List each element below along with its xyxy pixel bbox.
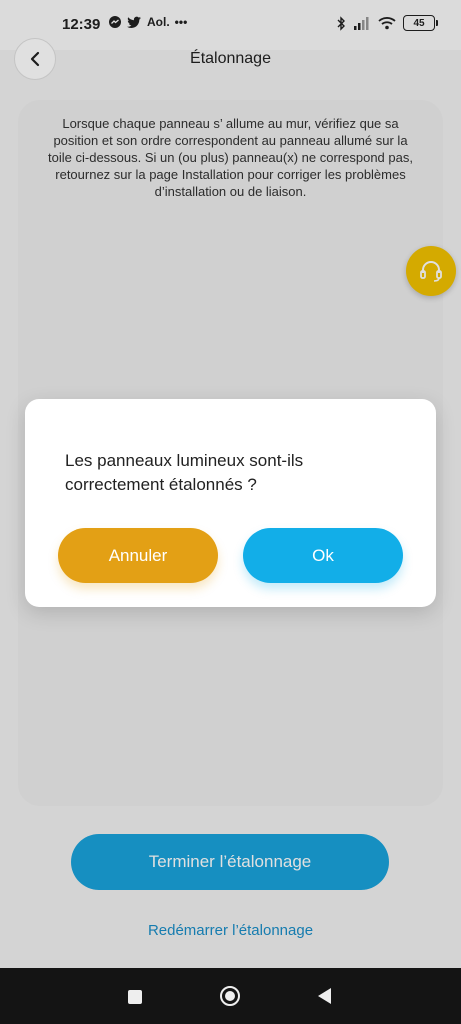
recents-icon[interactable]	[128, 990, 142, 1004]
dialog-message: Les panneaux lumineux sont-ils correctem…	[65, 451, 304, 494]
cancel-button[interactable]: Annuler	[58, 528, 218, 583]
confirmation-dialog: Les panneaux lumineux sont-ils correctem…	[25, 399, 436, 607]
ok-button[interactable]: Ok	[243, 528, 403, 583]
back-triangle-icon[interactable]	[318, 988, 331, 1004]
home-icon[interactable]	[220, 986, 240, 1006]
system-nav-bar	[0, 968, 461, 1024]
